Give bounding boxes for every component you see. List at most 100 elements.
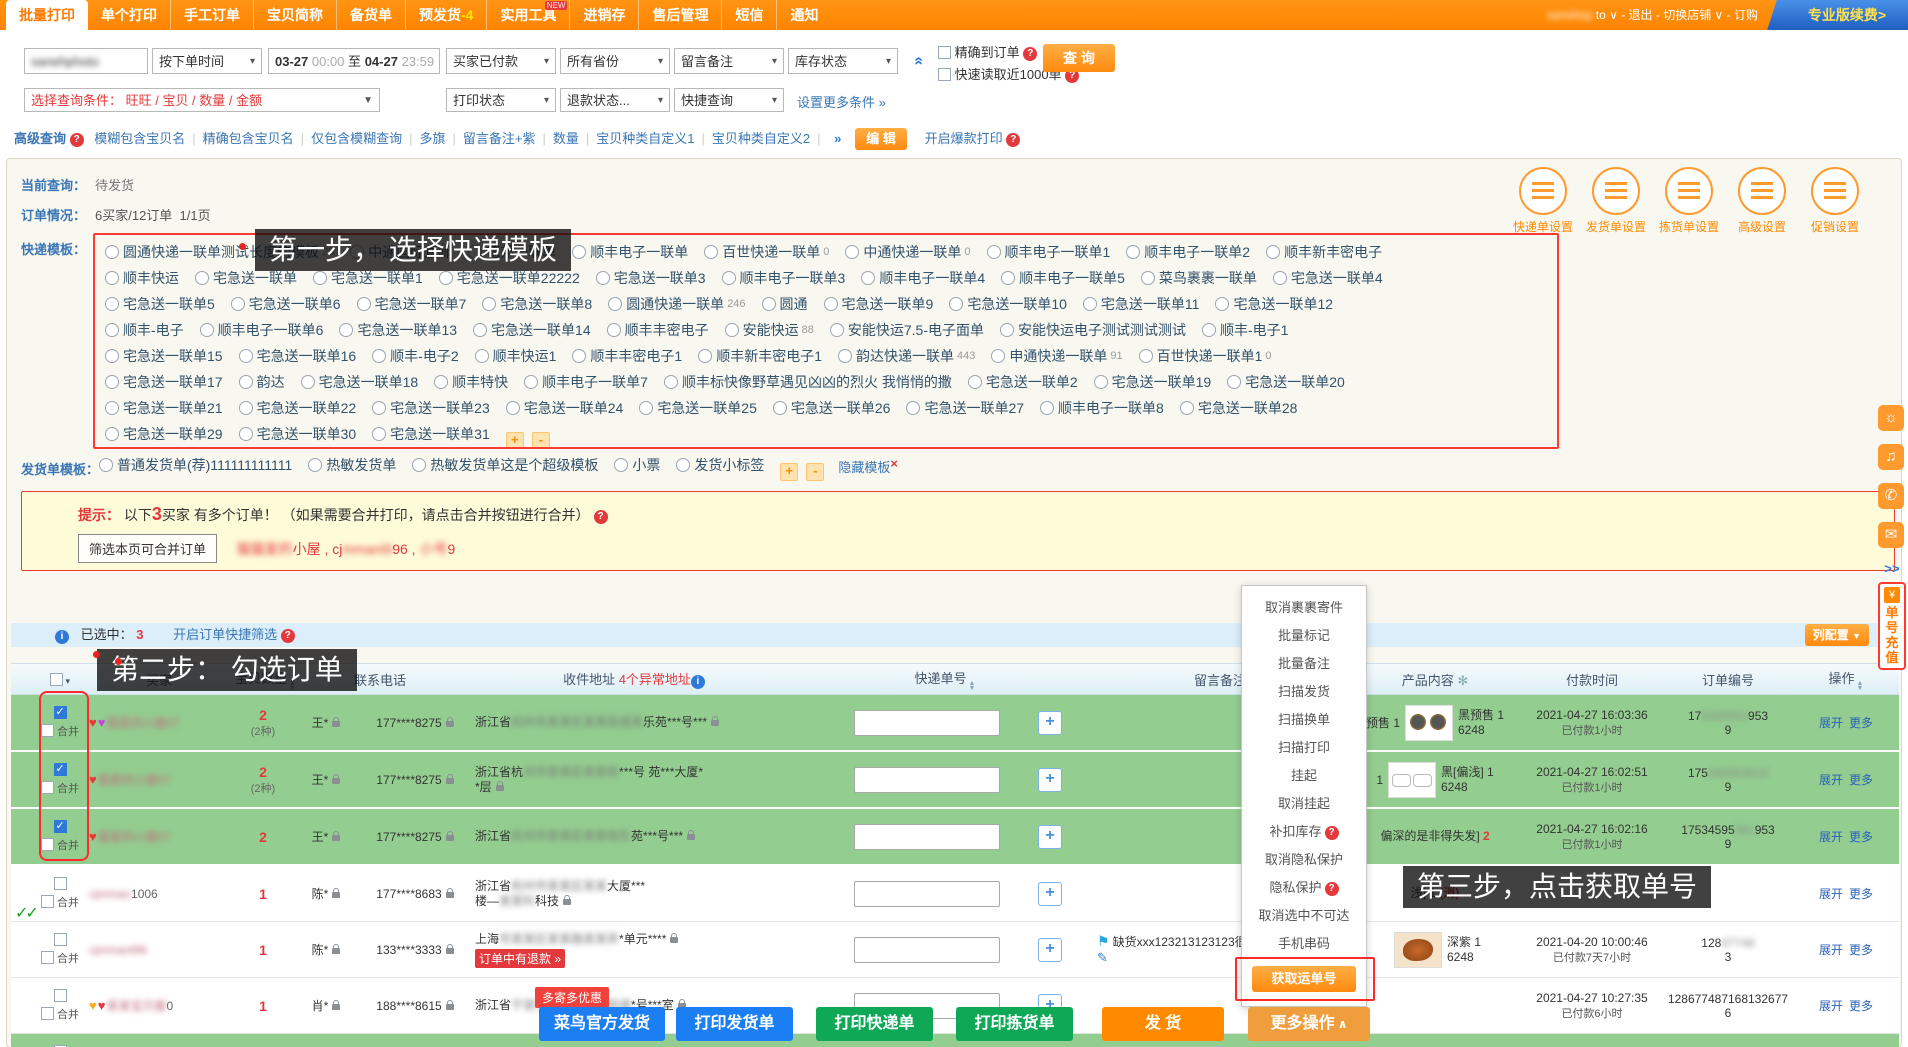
- advanced-link-模糊包含宝贝名[interactable]: 模糊包含宝贝名: [94, 131, 185, 146]
- express-template-radio[interactable]: 宅急送一联单15: [105, 343, 223, 369]
- radio-icon[interactable]: [105, 375, 119, 389]
- radio-icon[interactable]: [372, 349, 386, 363]
- express-template-radio[interactable]: 顺丰丰密电子1: [572, 343, 682, 369]
- merge-checkbox[interactable]: [41, 1007, 54, 1020]
- express-template-radio[interactable]: 宅急送一联单24: [506, 395, 624, 421]
- radio-icon[interactable]: [231, 297, 245, 311]
- help-icon[interactable]: ?: [1023, 47, 1037, 61]
- row-action-更多[interactable]: 更多: [1849, 773, 1873, 787]
- radio-icon[interactable]: [987, 245, 1001, 259]
- tab-单个打印[interactable]: 单个打印: [88, 0, 171, 30]
- advanced-link-多旗[interactable]: 多旗: [419, 131, 445, 146]
- menu-item-扫描换单[interactable]: 扫描换单: [1242, 706, 1366, 734]
- query-button[interactable]: 查 询: [1043, 44, 1115, 72]
- advanced-link-宝贝种类自定义1[interactable]: 宝贝种类自定义1: [596, 131, 694, 146]
- express-template-radio[interactable]: 宅急送一联单12: [1215, 291, 1333, 317]
- gear-icon[interactable]: ✻: [1454, 673, 1469, 688]
- invoice-template-radio[interactable]: 小票: [614, 455, 660, 475]
- help-icon[interactable]: ?: [281, 629, 295, 643]
- radio-icon[interactable]: [473, 323, 487, 337]
- radio-icon[interactable]: [1139, 349, 1153, 363]
- action-button-更多操作[interactable]: 更多操作 ∧: [1248, 1007, 1370, 1041]
- checkbox[interactable]: [938, 68, 951, 81]
- radio-icon[interactable]: [824, 297, 838, 311]
- add-package-button[interactable]: +: [1038, 938, 1062, 962]
- row-action-展开[interactable]: 展开: [1819, 830, 1843, 844]
- hot-print-link[interactable]: 开启爆款打印: [925, 131, 1003, 146]
- hide-template-link[interactable]: 隐藏模板: [838, 460, 890, 475]
- header-checkbox[interactable]: ▾: [37, 672, 83, 687]
- add-template-button[interactable]: +: [506, 432, 524, 447]
- express-template-radio[interactable]: 宅急送一联单20: [1227, 369, 1345, 395]
- tab-进销存[interactable]: 进销存: [570, 0, 639, 30]
- express-template-radio[interactable]: 宅急送一联单27: [906, 395, 1024, 421]
- radio-icon[interactable]: [357, 297, 371, 311]
- row-action-展开[interactable]: 展开: [1819, 773, 1843, 787]
- radio-icon[interactable]: [1227, 375, 1241, 389]
- edit-note-icon[interactable]: ✎: [1097, 950, 1108, 966]
- tab-短信[interactable]: 短信: [722, 0, 777, 30]
- radio-icon[interactable]: [105, 271, 119, 285]
- invoice-template-radio[interactable]: 发货小标签: [676, 455, 764, 475]
- action-button-打印快递单[interactable]: 打印快递单: [816, 1007, 933, 1041]
- express-template-radio[interactable]: 百世快递一联单10: [1139, 343, 1272, 369]
- express-template-radio[interactable]: 宅急送一联单31: [372, 421, 490, 447]
- radio-icon[interactable]: [607, 323, 621, 337]
- select-买家已付款[interactable]: 买家已付款▾: [446, 48, 556, 74]
- row-checkbox[interactable]: [54, 989, 67, 1002]
- radio-icon[interactable]: [676, 458, 690, 472]
- radio-icon[interactable]: [722, 271, 736, 285]
- radio-icon[interactable]: [949, 297, 963, 311]
- radio-icon[interactable]: [725, 323, 739, 337]
- express-template-radio[interactable]: 顺丰电子一联单6: [200, 317, 324, 343]
- merge-checkbox[interactable]: [41, 895, 54, 908]
- express-template-radio[interactable]: 宅急送一联单30: [239, 421, 357, 447]
- row-action-展开[interactable]: 展开: [1819, 716, 1843, 730]
- radio-icon[interactable]: [639, 401, 653, 415]
- express-template-radio[interactable]: 顺丰电子一联单1: [987, 239, 1111, 265]
- search-input[interactable]: sanehphoto: [24, 48, 148, 74]
- invoice-template-radio[interactable]: 热敏发货单这是个超级模板: [412, 455, 598, 475]
- radio-icon[interactable]: [968, 375, 982, 389]
- express-template-radio[interactable]: 宅急送一联单3: [596, 265, 706, 291]
- help-icon[interactable]: ?: [1006, 133, 1020, 147]
- quick-filter-link[interactable]: 开启订单快捷筛选: [173, 627, 277, 642]
- express-template-radio[interactable]: 顺丰丰密电子: [607, 317, 709, 343]
- express-template-radio[interactable]: 韵达: [239, 369, 285, 395]
- edit-button[interactable]: 编 辑: [855, 128, 907, 150]
- close-icon[interactable]: ×: [890, 456, 898, 471]
- radio-icon[interactable]: [762, 297, 776, 311]
- radio-icon[interactable]: [1215, 297, 1229, 311]
- action-button-打印拣货单[interactable]: 打印拣货单: [956, 1007, 1073, 1041]
- help-icon[interactable]: ?: [70, 133, 84, 147]
- add-package-button[interactable]: +: [1038, 825, 1062, 849]
- radio-icon[interactable]: [200, 323, 214, 337]
- tab-备货单[interactable]: 备货单: [337, 0, 406, 30]
- advanced-link-精确包含宝贝名[interactable]: 精确包含宝贝名: [203, 131, 294, 146]
- radio-icon[interactable]: [1273, 271, 1287, 285]
- radio-icon[interactable]: [301, 375, 315, 389]
- radio-icon[interactable]: [195, 271, 209, 285]
- time-type-select[interactable]: 按下单时间▾: [152, 48, 262, 74]
- radio-icon[interactable]: [339, 323, 353, 337]
- collapse-icon[interactable]: «: [909, 57, 927, 66]
- radio-icon[interactable]: [412, 458, 426, 472]
- pro-renew-ribbon[interactable]: 专业版续费>: [1767, 0, 1908, 30]
- info-icon[interactable]: i: [691, 675, 705, 689]
- menu-item-取消裹裹寄件[interactable]: 取消裹裹寄件: [1242, 594, 1366, 622]
- express-template-radio[interactable]: 宅急送一联单10: [949, 291, 1067, 317]
- select-all-checkbox[interactable]: [50, 673, 63, 686]
- invoice-template-radio[interactable]: 普通发货单(荐)111111111111: [99, 455, 292, 475]
- radio-icon[interactable]: [596, 271, 610, 285]
- row-action-更多[interactable]: 更多: [1849, 887, 1873, 901]
- express-template-radio[interactable]: 宅急送一联单13: [339, 317, 457, 343]
- express-template-radio[interactable]: 宅急送一联单19: [1094, 369, 1212, 395]
- radio-icon[interactable]: [1001, 271, 1015, 285]
- radio-icon[interactable]: [830, 323, 844, 337]
- help-icon[interactable]: ?: [594, 510, 608, 524]
- menu-item-批量备注[interactable]: 批量备注: [1242, 650, 1366, 678]
- express-template-radio[interactable]: 宅急送一联单7: [357, 291, 467, 317]
- radio-icon[interactable]: [1000, 323, 1014, 337]
- tab-售后管理[interactable]: 售后管理: [639, 0, 722, 30]
- menu-item-取消挂起[interactable]: 取消挂起: [1242, 790, 1366, 818]
